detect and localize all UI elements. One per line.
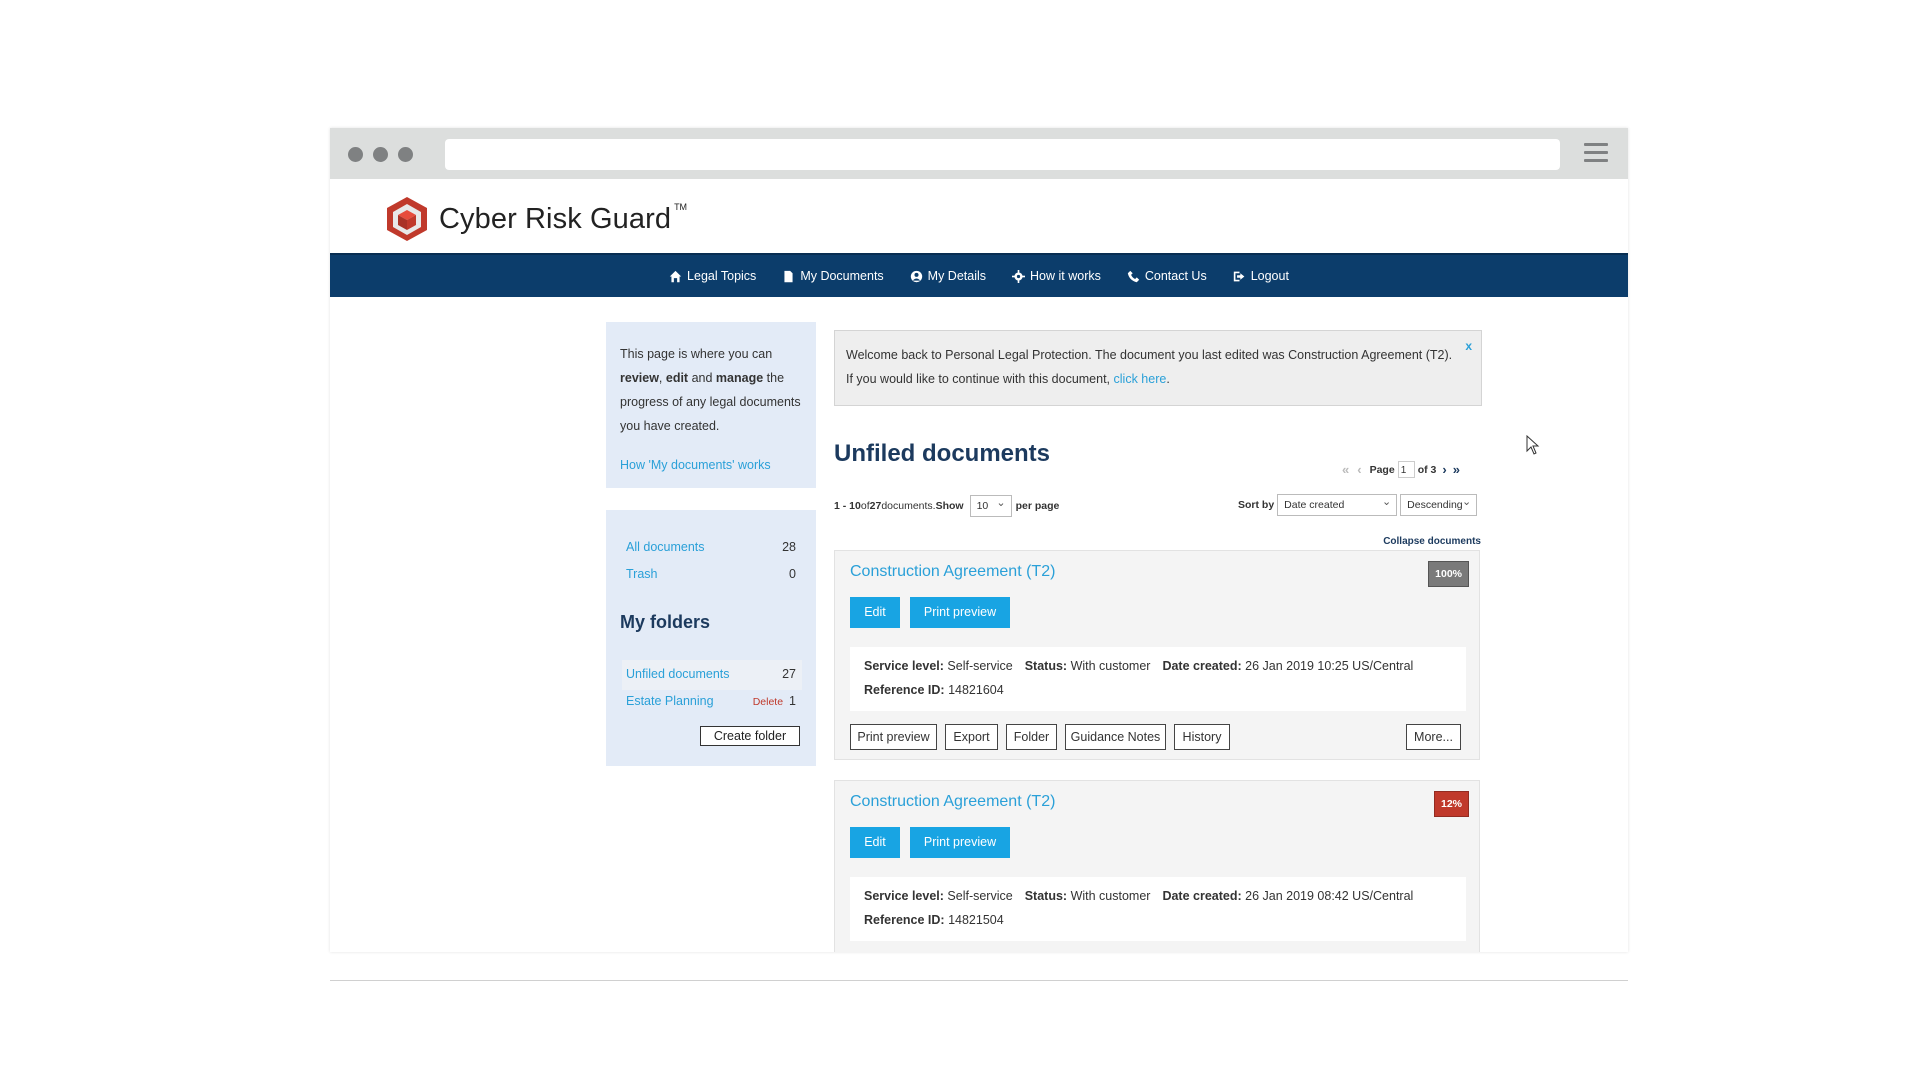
user-icon	[910, 270, 922, 282]
progress-badge: 12%	[1433, 791, 1469, 817]
folder-button[interactable]: Folder	[1006, 724, 1057, 750]
next-page-icon[interactable]: ›	[1442, 462, 1446, 477]
home-icon	[669, 270, 682, 282]
sidebar-item-trash[interactable]: Trash 0	[626, 567, 796, 581]
window-maximize-dot[interactable]	[398, 147, 413, 162]
sidebar-info-panel: This page is where you can review, edit …	[606, 322, 816, 488]
my-folders-heading: My folders	[620, 612, 711, 632]
page-number-input[interactable]: 1	[1397, 461, 1415, 478]
more-button[interactable]: More...	[1406, 724, 1461, 750]
nav-contact-us[interactable]: Contact Us	[1127, 269, 1207, 283]
brand[interactable]: Cyber Risk Guard TM	[385, 195, 687, 243]
document-title[interactable]: Construction Agreement (T2)	[850, 793, 1055, 811]
export-button[interactable]: Export	[945, 724, 998, 750]
history-button[interactable]: History	[1174, 724, 1230, 750]
pagination: « ‹ Page 1 of 3 › »	[1342, 461, 1460, 478]
logout-icon	[1233, 271, 1245, 281]
document-details: Service level: Self-service Status: With …	[850, 647, 1466, 711]
gear-icon	[1012, 269, 1026, 283]
sidebar-folders-panel: All documents 28 Trash 0 My folders Unfi…	[606, 510, 816, 766]
delete-folder-link[interactable]: Delete	[753, 696, 783, 708]
sort-controls: Sort by Date created Descending	[1238, 492, 1478, 516]
close-icon[interactable]: x	[1465, 339, 1472, 353]
sidebar-item-all-documents[interactable]: All documents 28	[626, 540, 796, 554]
count-badge: 1	[789, 694, 796, 708]
window-close-dot[interactable]	[348, 147, 363, 162]
document-title[interactable]: Construction Agreement (T2)	[850, 563, 1055, 581]
prev-page-icon[interactable]: ‹	[1357, 462, 1361, 477]
menu-icon[interactable]	[1584, 143, 1608, 165]
trademark-mark: TM	[674, 202, 688, 212]
progress-badge: 100%	[1428, 561, 1469, 587]
sort-order-select[interactable]: Descending	[1400, 492, 1478, 516]
document-icon	[784, 270, 793, 282]
edit-button[interactable]: Edit	[850, 597, 900, 628]
brand-name: Cyber Risk Guard	[439, 202, 672, 235]
sidebar-item-estate-planning[interactable]: Estate Planning Delete 1	[626, 694, 796, 708]
welcome-alert: Welcome back to Personal Legal Protectio…	[834, 330, 1482, 406]
nav-how-it-works[interactable]: How it works	[1012, 269, 1101, 283]
first-page-icon[interactable]: «	[1342, 462, 1349, 477]
last-page-icon[interactable]: »	[1453, 462, 1460, 477]
mouse-cursor-icon	[1526, 435, 1540, 455]
result-count: 1 - 10 of 27 documents. Show 10 per page	[834, 493, 1059, 517]
address-bar[interactable]	[445, 139, 1560, 170]
nav-logout[interactable]: Logout	[1233, 269, 1289, 283]
print-preview-button[interactable]: Print preview	[910, 827, 1010, 858]
document-details: Service level: Self-service Status: With …	[850, 877, 1466, 941]
browser-window: Cyber Risk Guard TM Legal Topics My Docu…	[330, 128, 1628, 952]
nav-label: Logout	[1250, 269, 1289, 283]
count-badge: 27	[782, 667, 796, 681]
create-folder-button[interactable]: Create folder	[700, 726, 800, 746]
count-badge: 28	[782, 540, 796, 554]
nav-label: Contact Us	[1144, 269, 1207, 283]
per-page-select[interactable]: 10	[969, 493, 1012, 517]
sort-by-select[interactable]: Date created	[1277, 492, 1398, 516]
continue-document-link[interactable]: click here	[1114, 372, 1167, 386]
how-my-documents-works-link[interactable]: How 'My documents' works	[620, 458, 771, 472]
browser-toolbar	[330, 128, 1628, 179]
nav-label: My Details	[927, 269, 987, 283]
nav-label: How it works	[1030, 269, 1101, 283]
phone-icon	[1127, 270, 1140, 282]
alert-text: Welcome back to Personal Legal Protectio…	[846, 348, 1453, 386]
edit-button[interactable]: Edit	[850, 827, 900, 858]
page-divider	[330, 980, 1628, 981]
page-title: Unfiled documents	[834, 440, 1051, 467]
window-minimize-dot[interactable]	[373, 147, 388, 162]
document-card: Construction Agreement (T2) 12% Edit Pri…	[834, 780, 1480, 952]
nav-label: My Documents	[800, 269, 884, 283]
nav-label: Legal Topics	[687, 269, 757, 283]
print-preview-button[interactable]: Print preview	[910, 597, 1010, 628]
sidebar-info-text: This page is where you can review, edit …	[620, 347, 801, 433]
nav-legal-topics[interactable]: Legal Topics	[669, 269, 756, 283]
nav-my-documents[interactable]: My Documents	[782, 269, 884, 283]
count-badge: 0	[789, 567, 796, 581]
document-card: Construction Agreement (T2) 100% Edit Pr…	[834, 550, 1480, 760]
sidebar-item-unfiled-documents[interactable]: Unfiled documents 27	[626, 667, 796, 681]
nav-my-details[interactable]: My Details	[910, 269, 986, 283]
collapse-documents-link[interactable]: Collapse documents	[1383, 536, 1481, 547]
print-preview-action-button[interactable]: Print preview	[850, 724, 937, 750]
guidance-notes-button[interactable]: Guidance Notes	[1065, 724, 1166, 750]
main-nav: Legal Topics My Documents My Details How…	[330, 253, 1628, 297]
logo-icon	[387, 197, 427, 241]
